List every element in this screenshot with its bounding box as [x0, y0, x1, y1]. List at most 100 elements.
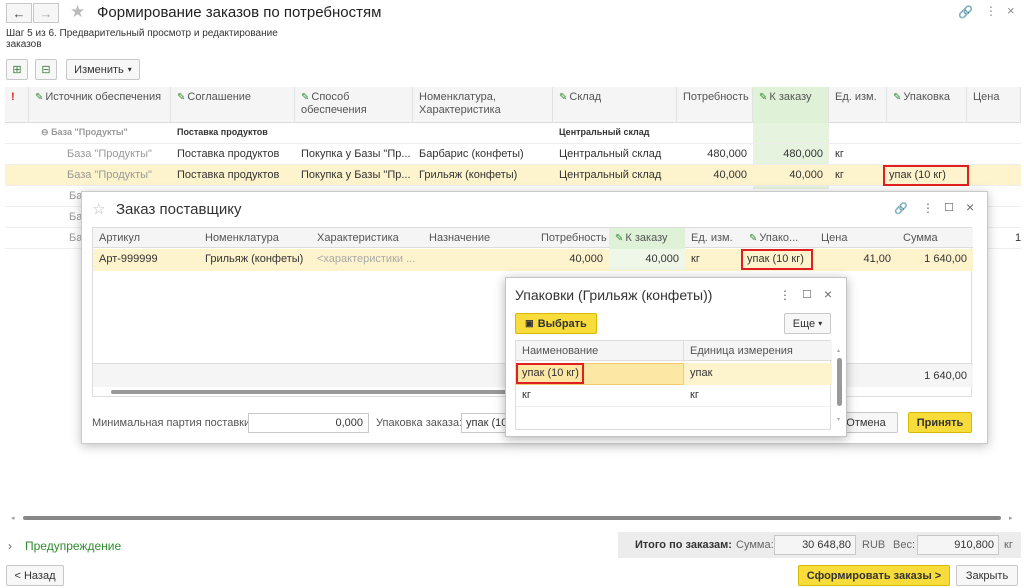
- col-unit[interactable]: Единица измерения: [684, 341, 832, 362]
- favorite-star-icon[interactable]: ☆: [92, 200, 105, 218]
- select-icon: ▣: [525, 318, 534, 328]
- scroll-left-icon[interactable]: ◂: [11, 514, 15, 522]
- cell-method: Покупка у Базы "Пр...: [301, 148, 411, 160]
- cell-purpose[interactable]: [423, 249, 535, 270]
- collapse-icon[interactable]: ⊖: [41, 127, 49, 137]
- col-price[interactable]: Цена: [815, 228, 897, 249]
- forward-arrow-button[interactable]: →: [33, 3, 59, 23]
- select-button[interactable]: ▣ Выбрать: [515, 313, 597, 334]
- tree-collapse-icon: ⊟: [41, 64, 51, 76]
- collapse-tree-button[interactable]: ⊟: [35, 59, 57, 80]
- close-icon[interactable]: ×: [1007, 3, 1015, 18]
- title-bar: ← → ★ Формирование заказов по потребност…: [0, 0, 1024, 26]
- maximize-icon[interactable]: ☐: [944, 201, 954, 214]
- packages-grid-header: Наименование Единица измерения: [516, 341, 832, 362]
- cell-order[interactable]: 40,000: [609, 249, 685, 270]
- cell-order[interactable]: 40,000: [753, 165, 829, 186]
- main-horizontal-scrollbar[interactable]: [23, 516, 1001, 520]
- cell-pack-highlighted[interactable]: упак (10 кг): [741, 249, 813, 270]
- warning-column-icon: !: [5, 87, 29, 123]
- group-source: ⊖ База "Продукты": [41, 127, 128, 137]
- chevron-down-icon: ▾: [818, 319, 823, 328]
- min-batch-field[interactable]: 0,000: [248, 413, 369, 433]
- dialog-grid-header: Артикул Номенклатура Характеристика Назн…: [93, 228, 973, 249]
- min-batch-label: Минимальная партия поставки:: [92, 417, 254, 429]
- main-grid-header: ! ✎ Источник обеспечения ✎ Соглашение ✎ Спо…: [5, 87, 1021, 123]
- change-button[interactable]: Изменить ▾: [66, 59, 140, 80]
- group-agreement: Поставка продуктов: [177, 127, 268, 137]
- close-icon[interactable]: ×: [824, 286, 832, 302]
- col-article[interactable]: Артикул: [93, 228, 199, 249]
- col-price[interactable]: Цена: [967, 87, 1021, 123]
- expand-tree-button[interactable]: ⊞: [6, 59, 28, 80]
- table-row-selected[interactable]: База "Продукты" Поставка продуктов Покуп…: [5, 165, 1021, 186]
- col-item[interactable]: Номенклатура: [199, 228, 311, 249]
- totals-label: Итого по заказам:: [635, 539, 732, 551]
- col-unit[interactable]: Ед. изм.: [829, 87, 887, 123]
- weight-unit: кг: [1004, 539, 1013, 551]
- favorite-star-icon[interactable]: ★: [70, 2, 85, 22]
- link-icon[interactable]: 🔗: [958, 5, 973, 19]
- col-source[interactable]: ✎ Источник обеспечения: [29, 87, 171, 123]
- cell-article: Арт-999999: [99, 253, 158, 265]
- col-pack[interactable]: ✎ Упако...: [743, 228, 815, 249]
- scroll-up-icon[interactable]: ▴: [837, 347, 840, 354]
- list-item-selected[interactable]: упак (10 кг) упак: [516, 363, 832, 385]
- table-row[interactable]: База "Продукты" Поставка продуктов Покуп…: [5, 144, 1021, 165]
- packages-grid: Наименование Единица измерения упак (10 …: [515, 340, 832, 430]
- more-menu-icon[interactable]: ⋮: [985, 4, 997, 18]
- pencil-icon: ✎: [177, 92, 186, 103]
- vertical-scrollbar[interactable]: [837, 358, 842, 406]
- col-order[interactable]: ✎ К заказу: [753, 87, 829, 123]
- col-item[interactable]: Номенклатура, Характеристика: [413, 87, 553, 123]
- weight-field: 910,800: [917, 535, 999, 555]
- table-row-selected[interactable]: Арт-999999 Грильяж (конфеты) <характерис…: [93, 249, 973, 271]
- pack-order-field[interactable]: упак (10: [461, 413, 506, 433]
- close-icon[interactable]: ×: [966, 199, 974, 215]
- close-button[interactable]: Закрыть: [956, 565, 1018, 586]
- cell-pack-highlighted[interactable]: упак (10 кг): [883, 165, 969, 186]
- col-need[interactable]: Потребность: [535, 228, 609, 249]
- col-need[interactable]: Потребность: [677, 87, 753, 123]
- maximize-icon[interactable]: ☐: [802, 288, 812, 301]
- warning-link[interactable]: Предупреждение: [25, 539, 121, 553]
- cell-item: Грильяж (конфеты): [205, 253, 304, 265]
- more-menu-icon[interactable]: ⋮: [922, 201, 934, 215]
- accept-button[interactable]: Принять: [908, 412, 972, 433]
- more-menu-icon[interactable]: ⋮: [779, 288, 791, 302]
- cell-characteristic[interactable]: <характеристики ...: [311, 249, 423, 270]
- cell-unit: кг: [690, 389, 699, 401]
- more-button-label: Еще: [792, 317, 816, 330]
- more-button[interactable]: Еще ▾: [784, 313, 831, 334]
- col-method[interactable]: ✎ Способ обеспечения: [295, 87, 413, 123]
- col-warehouse[interactable]: ✎ Склад: [553, 87, 677, 123]
- page-title: Формирование заказов по потребностям: [97, 4, 382, 21]
- col-name[interactable]: Наименование: [516, 341, 684, 362]
- table-row-group[interactable]: ⊖ База "Продукты" Поставка продуктов Цен…: [5, 123, 1021, 144]
- col-pack[interactable]: ✎ Упаковка: [887, 87, 967, 123]
- col-sum[interactable]: Сумма: [897, 228, 973, 249]
- cell-need: 480,000: [707, 148, 747, 160]
- scroll-down-icon[interactable]: ▾: [837, 416, 840, 423]
- cell-name-highlighted[interactable]: упак (10 кг): [516, 363, 584, 384]
- change-button-label: Изменить: [74, 63, 124, 76]
- col-purpose[interactable]: Назначение: [423, 228, 535, 249]
- expand-warning-icon[interactable]: ›: [8, 539, 12, 553]
- cell-item: Барбарис (конфеты): [419, 148, 524, 160]
- link-icon[interactable]: 🔗: [894, 202, 908, 215]
- back-button[interactable]: < Назад: [6, 565, 64, 586]
- col-characteristic[interactable]: Характеристика: [311, 228, 423, 249]
- cell-warehouse: Центральный склад: [559, 169, 662, 181]
- pencil-icon: ✎: [893, 92, 902, 103]
- create-orders-button[interactable]: Сформировать заказы >: [798, 565, 950, 586]
- pencil-icon: ✎: [615, 233, 624, 244]
- group-warehouse: Центральный склад: [559, 127, 650, 137]
- col-order[interactable]: ✎ К заказу: [609, 228, 685, 249]
- tree-icon: ⊞: [12, 64, 22, 76]
- col-agreement[interactable]: ✎ Соглашение: [171, 87, 295, 123]
- col-unit[interactable]: Ед. изм.: [685, 228, 743, 249]
- cell-order[interactable]: 480,000: [753, 144, 829, 165]
- back-arrow-button[interactable]: ←: [6, 3, 32, 23]
- scroll-right-icon[interactable]: ▸: [1009, 514, 1013, 522]
- list-item[interactable]: кг кг: [516, 385, 832, 407]
